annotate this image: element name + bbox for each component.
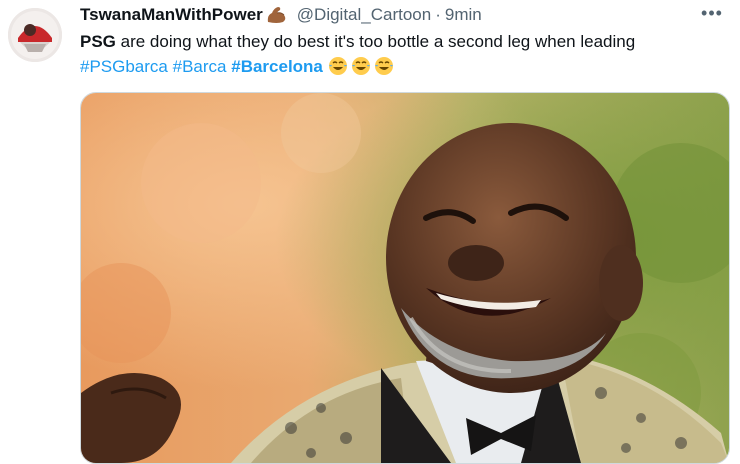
separator-dot: · (435, 5, 441, 24)
tweet-header: TswanaManWithPower @Digital_Cartoon · 9m… (80, 3, 482, 27)
timestamp[interactable]: 9min (445, 5, 482, 25)
tweet-text: PSG are doing what they do best it's too… (80, 29, 730, 79)
man-laughing-photo (81, 93, 729, 463)
avatar[interactable] (8, 8, 62, 62)
flexed-biceps-emoji (265, 5, 289, 25)
face-with-tears-of-joy-emoji (374, 56, 394, 76)
user-handle[interactable]: @Digital_Cartoon (297, 5, 431, 25)
avatar-image (8, 8, 62, 62)
more-options-button[interactable]: ••• (698, 0, 726, 26)
tweet-text-bold: PSG (80, 32, 116, 51)
tweet[interactable]: TswanaManWithPower @Digital_Cartoon · 9m… (0, 0, 740, 464)
hashtag-barca[interactable]: #Barca (173, 57, 227, 76)
hashtag-psgbarca[interactable]: #PSGbarca (80, 57, 168, 76)
face-with-tears-of-joy-emoji (328, 56, 348, 76)
tweet-text-body: are doing what they do best it's too bot… (115, 32, 636, 51)
hashtag-barcelona[interactable]: #Barcelona (231, 57, 323, 76)
display-name[interactable]: TswanaManWithPower (80, 5, 263, 25)
tweet-media-photo[interactable] (80, 92, 730, 464)
face-with-tears-of-joy-emoji (351, 56, 371, 76)
